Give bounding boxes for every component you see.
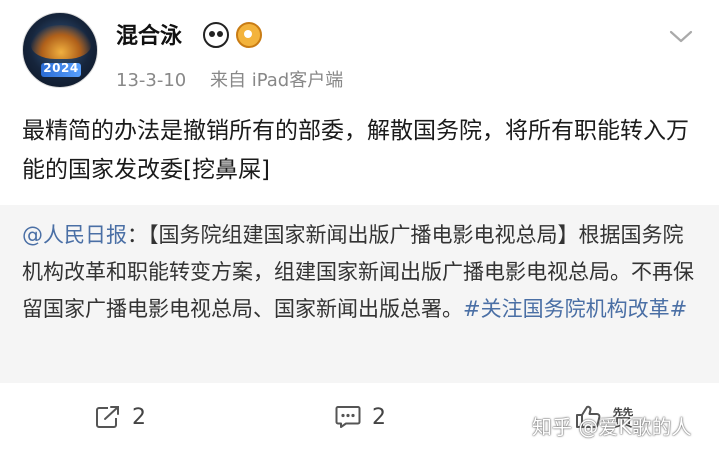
- avatar-text: 2024: [43, 61, 79, 75]
- comment-icon: [335, 406, 361, 428]
- repost-block[interactable]: @人民日报：【国务院组建国家新闻出版广播电影电视总局】根据国务院机构改革和职能转…: [0, 205, 719, 383]
- repost-mention[interactable]: @人民日报: [22, 223, 127, 247]
- avatar-glow: [31, 25, 91, 59]
- fish-badge-icon: [236, 22, 262, 48]
- repost-text: @人民日报：【国务院组建国家新闻出版广播电影电视总局】根据国务院机构改革和职能转…: [22, 217, 697, 328]
- post-meta: 13-3-10 来自 iPad客户端: [116, 66, 343, 92]
- post-text: 最精简的办法是撤销所有的部委，解散国务院，将所有职能转入万能的国家发改委[挖鼻屎…: [22, 118, 689, 183]
- watermark: 知乎 @爱K歌的人: [532, 415, 692, 439]
- comment-button[interactable]: 2: [334, 402, 386, 432]
- weibo-post-card: 2024 混合泳 13-3-10 来自 iPad客户端 最精简的办法是撤销所有的…: [0, 0, 719, 456]
- repost-button[interactable]: 2: [94, 402, 146, 432]
- panda-badge-icon: [203, 22, 229, 48]
- repost-count: 2: [132, 404, 146, 430]
- post-source: 来自 iPad客户端: [210, 70, 344, 91]
- username[interactable]: 混合泳: [116, 18, 182, 50]
- chevron-down-icon[interactable]: [667, 24, 695, 48]
- post-date: 13-3-10: [116, 70, 187, 91]
- repost-hashtag[interactable]: #关注国务院机构改革#: [463, 297, 687, 321]
- comment-count: 2: [372, 404, 386, 430]
- avatar[interactable]: 2024: [22, 12, 98, 88]
- share-icon: [96, 406, 119, 428]
